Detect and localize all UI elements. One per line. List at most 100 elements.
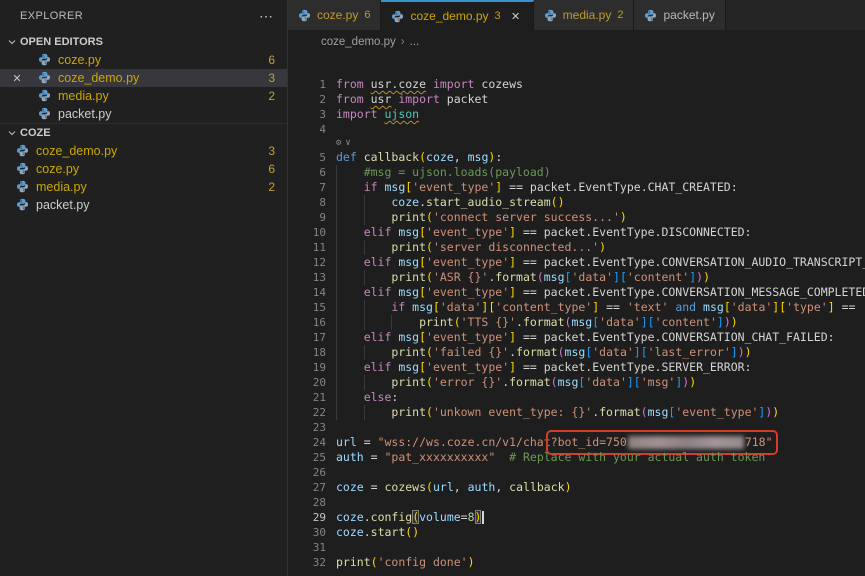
code-line[interactable]: 22print('unkown event_type: {}'.format(m… xyxy=(288,405,865,420)
code-line[interactable]: 4 xyxy=(288,122,865,137)
code-line[interactable]: 15if msg['data']['content_type'] == 'tex… xyxy=(288,300,865,315)
code-editor[interactable]: 1from usr.coze import cozews2from usr im… xyxy=(288,54,865,576)
code-token: coze xyxy=(426,150,454,164)
code-line[interactable]: 25auth = "pat_xxxxxxxxxx" # Replace with… xyxy=(288,450,865,465)
close-icon[interactable]: ✕ xyxy=(509,10,523,23)
breadcrumb-rest[interactable]: ... xyxy=(410,36,420,48)
code-line[interactable]: 6#msg = ujson.loads(payload) xyxy=(288,165,865,180)
section-header-open-editors[interactable]: OPEN EDITORS xyxy=(0,32,287,51)
code-token: coze xyxy=(391,195,419,209)
tab-coze_demo.py[interactable]: coze_demo.py3✕ xyxy=(381,0,533,30)
breadcrumb-separator: › xyxy=(401,36,405,48)
code-line[interactable]: 14elif msg['event_type'] == packet.Event… xyxy=(288,285,865,300)
ellipsis-icon[interactable]: ⋯ xyxy=(259,12,275,20)
code-token: url xyxy=(433,480,454,494)
line-content: url = "wss://ws.coze.cn/v1/chat?bot_id=7… xyxy=(336,435,773,450)
section-header-coze[interactable]: COZE xyxy=(0,123,287,142)
code-token: print xyxy=(336,555,371,569)
breadcrumb[interactable]: coze_demo.py › ... xyxy=(288,30,865,54)
code-token: ) xyxy=(703,270,710,284)
file-name: media.py xyxy=(36,180,87,194)
code-line[interactable]: 13print('ASR {}'.format(msg['data']['con… xyxy=(288,270,865,285)
code-line[interactable]: 16print('TTS {}'.format(msg['data']['con… xyxy=(288,315,865,330)
code-token: msg xyxy=(398,285,419,299)
sidebar-item-packet.py[interactable]: packet.py xyxy=(0,105,287,123)
code-token: format xyxy=(516,345,558,359)
code-line[interactable]: 8coze.start_audio_stream() xyxy=(288,195,865,210)
code-token: msg xyxy=(544,270,565,284)
sidebar-item-media.py[interactable]: media.py2 xyxy=(0,178,287,196)
breadcrumb-file[interactable]: coze_demo.py xyxy=(321,36,396,48)
code-line[interactable]: 1from usr.coze import cozews xyxy=(288,77,865,92)
gear-decoration[interactable]: ⚙∨ xyxy=(336,137,351,150)
code-token: usr xyxy=(371,92,392,106)
code-token: ) xyxy=(599,240,606,254)
sidebar-item-media.py[interactable]: media.py2 xyxy=(0,87,287,105)
code-token: msg xyxy=(703,300,724,314)
code-line[interactable]: 26 xyxy=(288,465,865,480)
line-content: elif msg['event_type'] == packet.EventTy… xyxy=(336,285,865,300)
line-number: 5 xyxy=(288,150,326,165)
tab-media.py[interactable]: media.py2 xyxy=(534,0,635,30)
code-token: ][ xyxy=(481,300,495,314)
sidebar-item-coze.py[interactable]: coze.py6 xyxy=(0,160,287,178)
code-token: = xyxy=(364,450,385,464)
code-line[interactable]: 20print('error {}'.format(msg['data']['m… xyxy=(288,375,865,390)
line-number: 26 xyxy=(288,465,326,480)
sidebar-item-coze_demo.py[interactable]: ✕coze_demo.py3 xyxy=(0,69,287,87)
code-line[interactable]: 2from usr import packet xyxy=(288,92,865,107)
gear-icon[interactable]: ⚙ xyxy=(336,137,341,150)
code-line[interactable]: 17elif msg['event_type'] == packet.Event… xyxy=(288,330,865,345)
code-line[interactable]: 21else: xyxy=(288,390,865,405)
code-line[interactable]: 31 xyxy=(288,540,865,555)
code-line[interactable]: 12elif msg['event_type'] == packet.Event… xyxy=(288,255,865,270)
code-line[interactable]: 3import ujson xyxy=(288,107,865,122)
code-line[interactable]: 29coze.config(volume=8) xyxy=(288,510,865,525)
tab-packet.py[interactable]: packet.py xyxy=(634,0,725,30)
line-content: coze = cozews(url, auth, callback) xyxy=(336,480,572,495)
line-number: 4 xyxy=(288,122,326,137)
file-name: media.py xyxy=(58,89,109,103)
tab-coze.py[interactable]: coze.py6 xyxy=(288,0,381,30)
code-token: . xyxy=(364,525,371,539)
code-token: ( xyxy=(426,405,433,419)
line-content: print('failed {}'.format(msg['data']['la… xyxy=(336,345,752,360)
code-token: 'data' xyxy=(592,345,634,359)
sidebar-item-coze_demo.py[interactable]: coze_demo.py3 xyxy=(0,142,287,160)
python-icon xyxy=(298,9,311,22)
code-line[interactable]: 11print('server disconnected...') xyxy=(288,240,865,255)
code-token: auth xyxy=(336,450,364,464)
code-token: ) xyxy=(724,315,731,329)
code-line[interactable]: 7if msg['event_type'] == packet.EventTyp… xyxy=(288,180,865,195)
sidebar-item-coze.py[interactable]: coze.py6 xyxy=(0,51,287,69)
code-line[interactable]: 9print('connect server success...') xyxy=(288,210,865,225)
code-line[interactable]: 30coze.start() xyxy=(288,525,865,540)
code-line[interactable]: 28 xyxy=(288,495,865,510)
code-line[interactable]: 24url = "wss://ws.coze.cn/v1/chat?bot_id… xyxy=(288,435,865,450)
code-token: "pat_xxxxxxxxxx" xyxy=(384,450,495,464)
close-icon[interactable]: ✕ xyxy=(9,72,25,85)
code-token: cozews xyxy=(481,77,523,91)
code-token: ( xyxy=(426,375,433,389)
line-content: from usr import packet xyxy=(336,92,488,107)
code-line[interactable]: 19elif msg['event_type'] == packet.Event… xyxy=(288,360,865,375)
code-token: [ xyxy=(433,300,440,314)
file-name: packet.py xyxy=(36,198,90,212)
code-line[interactable]: 18print('failed {}'.format(msg['data']['… xyxy=(288,345,865,360)
code-line[interactable]: 10elif msg['event_type'] == packet.Event… xyxy=(288,225,865,240)
code-token: ) xyxy=(772,405,779,419)
line-content: print('ASR {}'.format(msg['data']['conte… xyxy=(336,270,710,285)
code-token: ) xyxy=(468,555,475,569)
indent-guide xyxy=(336,165,364,180)
code-line[interactable]: 5 def callback(coze, msg): xyxy=(288,150,865,165)
line-content: def callback(coze, msg): xyxy=(336,150,502,165)
line-number: 28 xyxy=(288,495,326,510)
code-line[interactable]: 32print('config done') xyxy=(288,555,865,570)
code-token: elif xyxy=(364,225,399,239)
sidebar-item-packet.py[interactable]: packet.py xyxy=(0,196,287,214)
code-line[interactable]: 27coze = cozews(url, auth, callback) xyxy=(288,480,865,495)
line-content: coze.start_audio_stream() xyxy=(336,195,565,210)
code-token: ][ xyxy=(772,300,786,314)
code-token: config xyxy=(371,510,413,524)
code-token: coze xyxy=(336,480,364,494)
